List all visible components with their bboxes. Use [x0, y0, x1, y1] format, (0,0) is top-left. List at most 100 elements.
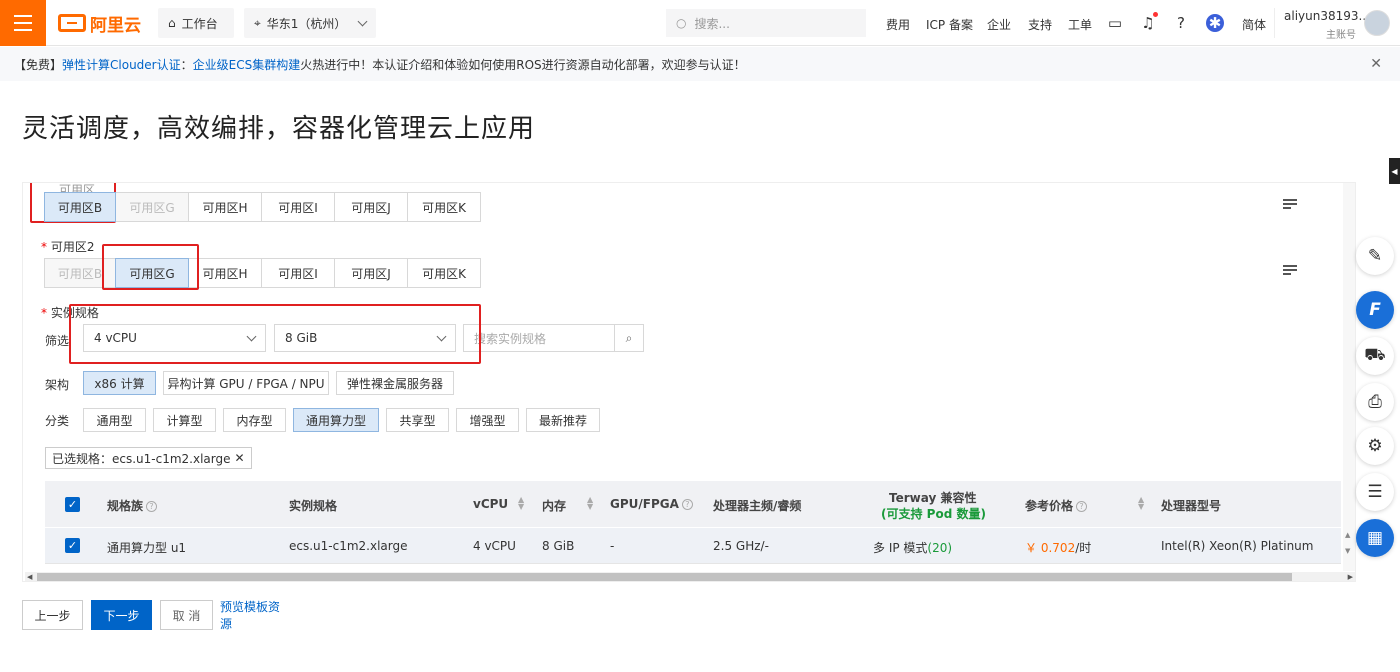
zone1-option-i[interactable]: 可用区I — [261, 192, 335, 222]
preview-template-link[interactable]: 预览模板资源 — [220, 600, 290, 631]
feedback-icon[interactable]: ☰ — [1356, 473, 1394, 511]
sort-icon[interactable]: ▲ ▼ — [587, 496, 595, 511]
vertical-scrollbar[interactable]: ▲ ▼ — [1343, 183, 1355, 571]
prev-step-button[interactable]: 上一步 — [22, 600, 83, 630]
notice-link-clouder[interactable]: 弹性计算Clouder认证 — [62, 56, 181, 73]
price-value: 0.702 — [1040, 541, 1076, 555]
zone1-option-k[interactable]: 可用区K — [407, 192, 481, 222]
home-icon: ⌂ — [168, 16, 176, 30]
scroll-down-arrow[interactable]: ▼ — [1345, 547, 1350, 555]
memory-select-value: 8 GiB — [285, 331, 318, 345]
arch-option-heterogeneous[interactable]: 异构计算 GPU / FPGA / NPU — [163, 371, 329, 395]
col-price-text: 参考价格 — [1025, 499, 1074, 513]
zone2-option-g[interactable]: 可用区G — [115, 258, 189, 288]
nav-ticket[interactable]: 工单 — [1068, 16, 1092, 33]
terminal-icon[interactable]: ▭ — [1106, 14, 1124, 32]
assistant-icon[interactable]: ✱ — [1206, 14, 1224, 32]
edit-icon[interactable]: ✎ — [1356, 237, 1394, 275]
scroll-right-arrow[interactable]: ▶ — [1348, 573, 1353, 581]
sort-icon[interactable]: ▲ ▼ — [1138, 496, 1146, 511]
category-universal-compute[interactable]: 通用算力型 — [293, 408, 379, 432]
cell-family: 通用算力型 u1 — [107, 541, 187, 555]
table-row[interactable]: ✓ 通用算力型 u1 ecs.u1-c1m2.xlarge 4 vCPU 8 G… — [45, 528, 1341, 564]
assistant-f-icon[interactable]: F — [1356, 291, 1394, 329]
category-compute[interactable]: 计算型 — [153, 408, 216, 432]
nav-enterprise[interactable]: 企业 — [987, 16, 1011, 33]
zone1-option-g[interactable]: 可用区G — [115, 192, 189, 222]
logo-text: 阿里云 — [90, 15, 141, 36]
zone1-option-b[interactable]: 可用区B — [44, 192, 116, 222]
gear-icon[interactable]: ⚙ — [1356, 427, 1394, 465]
apps-grid-icon[interactable]: ▦ — [1356, 519, 1394, 557]
spec-search-input[interactable]: 搜索实例规格 — [463, 324, 615, 352]
search-placeholder: 搜索... — [694, 16, 730, 31]
hamburger-menu-button[interactable] — [0, 0, 46, 46]
zone1-option-j[interactable]: 可用区J — [334, 192, 408, 222]
arch-option-bare-metal[interactable]: 弹性裸金属服务器 — [336, 371, 454, 395]
list-add-icon[interactable] — [1283, 265, 1297, 279]
cell-vcpu: 4 vCPU — [473, 539, 516, 553]
nav-fees[interactable]: 费用 — [886, 16, 910, 33]
region-label: 华东1（杭州） — [266, 16, 347, 31]
scroll-up-arrow[interactable]: ▲ — [1345, 531, 1350, 539]
help-icon[interactable]: ? — [681, 499, 693, 510]
help-icon[interactable]: ? — [1076, 501, 1088, 512]
global-search-input[interactable]: ○ 搜索... — [666, 9, 866, 37]
notice-text: 火热进行中！本认证介绍和体验如何使用ROS进行资源自动化部署，欢迎参与认证！ — [300, 57, 746, 72]
close-icon[interactable]: ✕ — [235, 451, 245, 465]
cell-terway-count: (20) — [927, 541, 953, 555]
collapse-panel-handle[interactable]: ◀ — [1389, 158, 1400, 184]
cell-cpu-model: Intel(R) Xeon(R) Platinum — [1161, 539, 1314, 553]
notice-link-ecs-cluster[interactable]: 企业级ECS集群构建 — [193, 56, 301, 73]
list-add-icon[interactable] — [1283, 199, 1297, 213]
spec-search-button[interactable]: ⌕ — [614, 324, 644, 352]
row-checkbox[interactable]: ✓ — [65, 538, 80, 553]
region-selector[interactable]: ⌖ 华东1（杭州） — [244, 8, 376, 38]
zone1-option-h[interactable]: 可用区H — [188, 192, 262, 222]
zone2-option-j[interactable]: 可用区J — [334, 258, 408, 288]
next-step-button[interactable]: 下一步 — [91, 600, 152, 630]
cancel-button[interactable]: 取 消 — [160, 600, 213, 630]
price-unit: /时 — [1075, 541, 1092, 555]
category-memory[interactable]: 内存型 — [223, 408, 286, 432]
col-vcpu: vCPU — [473, 497, 509, 511]
category-shared[interactable]: 共享型 — [386, 408, 449, 432]
nav-icp[interactable]: ICP 备案 — [926, 16, 973, 33]
zone2-option-b[interactable]: 可用区B — [44, 258, 116, 288]
avatar[interactable] — [1364, 10, 1390, 36]
horizontal-scrollbar-thumb[interactable] — [37, 573, 1292, 581]
zone2-option-i[interactable]: 可用区I — [261, 258, 335, 288]
cart-icon[interactable]: ⛟ — [1356, 337, 1394, 375]
help-icon[interactable]: ? — [1172, 14, 1190, 32]
spec-table-header: ✓ 规格族? 实例规格 vCPU ▲ ▼ 内存 ▲ ▼ GPU/FPGA? 处理器主… — [45, 481, 1341, 527]
sort-icon[interactable]: ▲ ▼ — [518, 496, 526, 511]
api-icon[interactable]: ⎙ — [1356, 383, 1394, 421]
select-all-checkbox[interactable]: ✓ — [65, 497, 80, 512]
scroll-left-arrow[interactable]: ◀ — [27, 573, 32, 581]
vcpu-select[interactable]: 4 vCPU — [83, 324, 266, 352]
col-price: 参考价格? — [1025, 497, 1088, 514]
category-general[interactable]: 通用型 — [83, 408, 146, 432]
col-family: 规格族? — [107, 497, 158, 514]
chevron-down-icon — [436, 331, 447, 341]
search-icon: ⌕ — [625, 330, 633, 345]
required-mark: * — [41, 240, 51, 254]
zone2-option-k[interactable]: 可用区K — [407, 258, 481, 288]
col-cpu-model: 处理器型号 — [1161, 499, 1222, 513]
workbench-button[interactable]: ⌂ 工作台 — [158, 8, 234, 38]
memory-select[interactable]: 8 GiB — [274, 324, 456, 352]
col-terway: Terway 兼容性 — [889, 491, 977, 505]
help-icon[interactable]: ? — [146, 501, 158, 512]
close-icon[interactable]: ✕ — [1370, 56, 1382, 72]
arch-option-x86[interactable]: x86 计算 — [83, 371, 156, 395]
nav-support[interactable]: 支持 — [1028, 16, 1052, 33]
horizontal-scrollbar[interactable]: ◀ ▶ — [25, 572, 1355, 581]
search-icon: ○ — [676, 16, 687, 30]
language-switch[interactable]: 简体 — [1242, 16, 1266, 33]
account-name[interactable]: aliyun38193... — [1284, 9, 1370, 23]
aliyun-logo[interactable]: 阿里云 — [58, 12, 141, 36]
category-latest[interactable]: 最新推荐 — [526, 408, 600, 432]
category-enhanced[interactable]: 增强型 — [456, 408, 519, 432]
col-memory: 内存 — [542, 499, 567, 513]
zone2-option-h[interactable]: 可用区H — [188, 258, 262, 288]
